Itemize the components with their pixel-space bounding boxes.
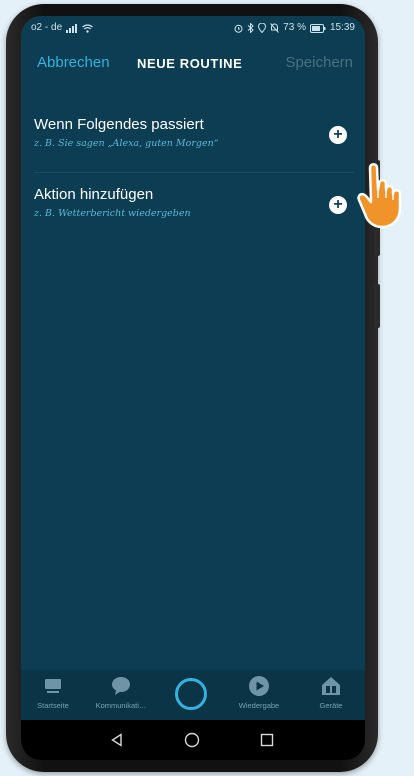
top-bar: Abbrechen NEUE ROUTINE Speichern	[21, 48, 365, 78]
devices-house-icon	[322, 677, 340, 695]
power-button	[374, 284, 380, 328]
save-button[interactable]: Speichern	[285, 54, 353, 71]
nav-communication[interactable]: Kommunikati…	[89, 674, 153, 710]
location-icon	[258, 23, 267, 33]
status-bar: o2 - de 73 % 15:39	[21, 16, 365, 40]
signal-icon	[66, 23, 78, 33]
row-divider	[34, 172, 354, 173]
battery-icon	[309, 23, 326, 33]
add-action-plus-icon[interactable]: +	[329, 196, 347, 214]
bottom-navigation: Startseite Kommunikati… Wiedergabe Gerät…	[21, 670, 365, 720]
pointing-hand-icon	[357, 163, 402, 229]
add-trigger-plus-icon[interactable]: +	[329, 126, 347, 144]
mute-icon	[270, 23, 280, 33]
nav-home[interactable]: Startseite	[21, 674, 85, 710]
nav-home-label: Startseite	[37, 701, 69, 710]
action-hint: z. B. Wetterbericht wiedergeben	[34, 208, 191, 219]
trigger-row[interactable]: Wenn Folgendes passiert z. B. Sie sagen …	[21, 112, 365, 170]
home-circle-icon[interactable]	[182, 730, 202, 750]
nav-devices-label: Geräte	[319, 701, 343, 710]
nav-play-label: Wiedergabe	[238, 701, 280, 710]
home-icon	[45, 679, 61, 693]
nav-play[interactable]: Wiedergabe	[227, 674, 291, 710]
action-row[interactable]: Aktion hinzufügen z. B. Wetterbericht wi…	[21, 182, 365, 240]
system-navigation-bar	[21, 720, 365, 760]
chat-bubble-icon	[112, 677, 130, 695]
alexa-ring-icon[interactable]	[175, 678, 207, 710]
alarm-icon	[234, 24, 243, 33]
wifi-icon	[82, 23, 94, 33]
bluetooth-icon	[247, 23, 254, 33]
play-icon	[249, 676, 269, 696]
page-title: NEUE ROUTINE	[137, 56, 243, 71]
phone-screen: o2 - de 73 % 15:39 Abbrechen NEUE ROUTIN…	[21, 16, 365, 760]
carrier-label: o2 - de	[31, 22, 63, 33]
action-label: Aktion hinzufügen	[34, 186, 154, 203]
recent-apps-icon[interactable]	[257, 730, 277, 750]
battery-percent: 73 %	[283, 22, 306, 33]
clock: 15:39	[329, 22, 355, 33]
cancel-button[interactable]: Abbrechen	[37, 54, 110, 71]
trigger-label: Wenn Folgendes passiert	[34, 116, 204, 133]
back-icon[interactable]	[107, 730, 127, 750]
trigger-hint: z. B. Sie sagen „Alexa, guten Morgen“	[34, 138, 219, 149]
nav-devices[interactable]: Geräte	[299, 674, 363, 710]
nav-communication-label: Kommunikati…	[95, 701, 147, 710]
